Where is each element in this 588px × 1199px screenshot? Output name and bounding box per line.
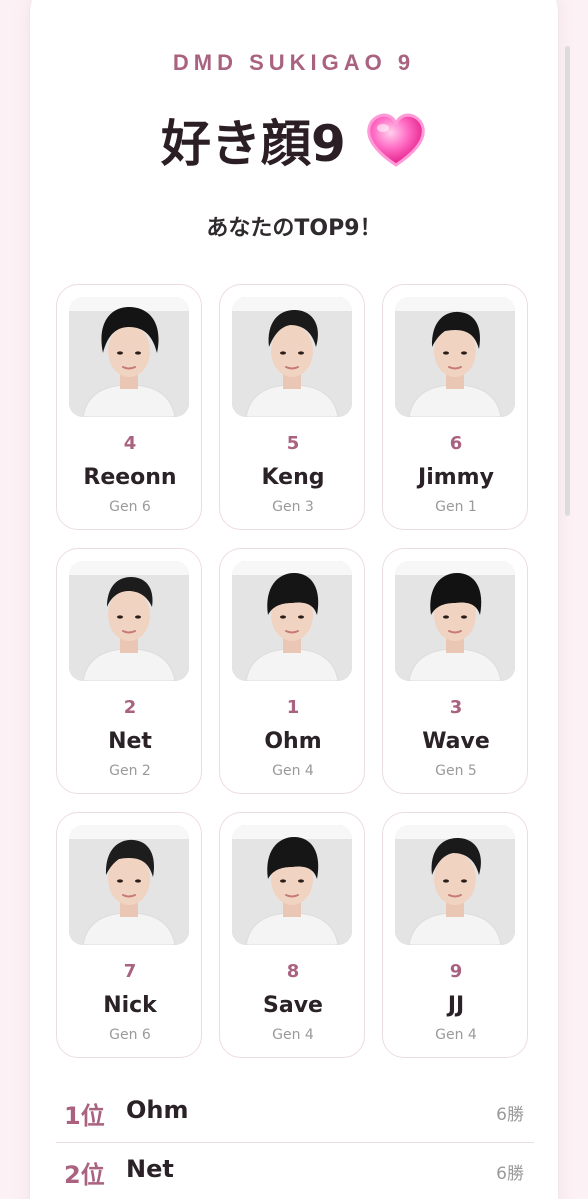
- member-gen: Gen 4: [435, 1027, 477, 1043]
- ranking-position: 1位: [64, 1102, 105, 1130]
- page-title: 好き顔9: [161, 115, 346, 173]
- member-photo: [395, 825, 515, 945]
- member-card[interactable]: 3 Wave Gen 5: [382, 548, 528, 794]
- page: DMD SUKIGAO 9 好き顔9 あなたのTOP9！ 4 Reeonn Ge…: [0, 0, 588, 1199]
- member-name: Keng: [261, 465, 325, 490]
- member-photo: [69, 297, 189, 417]
- ranking-wins: 6勝: [496, 1105, 524, 1125]
- member-name: Nick: [103, 993, 157, 1018]
- result-card: DMD SUKIGAO 9 好き顔9 あなたのTOP9！ 4 Reeonn Ge…: [30, 0, 558, 1199]
- member-rank: 1: [286, 697, 300, 718]
- member-rank: 9: [449, 961, 463, 982]
- member-photo: [395, 297, 515, 417]
- heart-icon: [365, 111, 427, 169]
- ranking-row: 2位 Net 6勝: [56, 1143, 534, 1199]
- member-name: JJ: [447, 993, 465, 1018]
- ranking-list: 1位 Ohm 6勝 2位 Net 6勝: [56, 1084, 534, 1199]
- member-name: Ohm: [264, 729, 322, 754]
- member-gen: Gen 6: [109, 499, 151, 515]
- member-gen: Gen 2: [109, 763, 151, 779]
- ranking-wins: 6勝: [496, 1164, 524, 1184]
- member-photo: [232, 297, 352, 417]
- member-name: Reeonn: [83, 465, 177, 490]
- page-title-row: 好き顔9: [30, 104, 558, 176]
- member-rank: 6: [449, 433, 463, 454]
- member-card[interactable]: 4 Reeonn Gen 6: [56, 284, 202, 530]
- member-card[interactable]: 8 Save Gen 4: [219, 812, 365, 1058]
- ranking-name: Ohm: [126, 1096, 189, 1124]
- member-rank: 8: [286, 961, 300, 982]
- member-photo: [69, 825, 189, 945]
- member-name: Wave: [422, 729, 490, 754]
- member-rank: 3: [449, 697, 463, 718]
- member-rank: 4: [123, 433, 137, 454]
- member-rank: 7: [123, 961, 137, 982]
- ranking-position: 2位: [64, 1161, 105, 1189]
- member-photo: [69, 561, 189, 681]
- ranking-row: 1位 Ohm 6勝: [56, 1084, 534, 1143]
- member-name: Save: [263, 993, 323, 1018]
- member-photo: [232, 561, 352, 681]
- member-card[interactable]: 2 Net Gen 2: [56, 548, 202, 794]
- member-photo: [395, 561, 515, 681]
- member-gen: Gen 3: [272, 499, 314, 515]
- member-name: Net: [108, 729, 152, 754]
- member-gen: Gen 5: [435, 763, 477, 779]
- member-card[interactable]: 7 Nick Gen 6: [56, 812, 202, 1058]
- member-gen: Gen 4: [272, 1027, 314, 1043]
- member-card[interactable]: 5 Keng Gen 3: [219, 284, 365, 530]
- member-gen: Gen 4: [272, 763, 314, 779]
- member-photo: [232, 825, 352, 945]
- member-rank: 2: [123, 697, 137, 718]
- member-rank: 5: [286, 433, 300, 454]
- member-card[interactable]: 1 Ohm Gen 4: [219, 548, 365, 794]
- ranking-name: Net: [126, 1155, 174, 1183]
- member-gen: Gen 1: [435, 499, 477, 515]
- member-name: Jimmy: [418, 465, 494, 490]
- scrollbar[interactable]: [565, 46, 570, 516]
- brand-label: DMD SUKIGAO 9: [172, 50, 416, 75]
- member-card[interactable]: 9 JJ Gen 4: [382, 812, 528, 1058]
- member-gen: Gen 6: [109, 1027, 151, 1043]
- subtitle: あなたのTOP9！: [206, 216, 382, 241]
- member-card[interactable]: 6 Jimmy Gen 1: [382, 284, 528, 530]
